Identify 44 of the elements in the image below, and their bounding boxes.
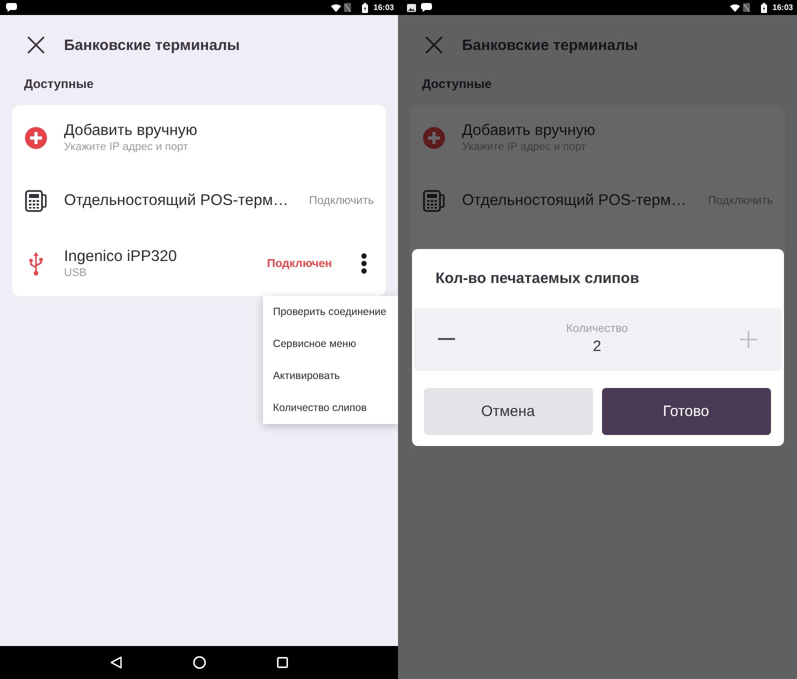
dialog-title: Кол-во печатаемых слипов xyxy=(434,268,640,288)
wifi-icon xyxy=(330,4,341,12)
list-item-title: Добавить вручную xyxy=(462,121,596,140)
section-heading: Доступные xyxy=(421,76,492,93)
menu-item[interactable]: Количество слипов xyxy=(263,392,398,424)
list-item-title: Отдельностоящий POS-терм… xyxy=(462,191,686,210)
page-title: Банковские терминалы xyxy=(462,36,638,54)
pos-terminal-icon xyxy=(25,190,47,212)
back-icon[interactable] xyxy=(110,656,122,669)
pos-terminal-icon xyxy=(423,190,445,212)
list-item-subtitle: USB xyxy=(64,266,87,280)
list-item-title: Отдельностоящий POS-терм… xyxy=(64,191,288,210)
cancel-button[interactable]: Отмена xyxy=(424,388,592,434)
close-icon[interactable] xyxy=(27,36,45,54)
section-heading: Доступные xyxy=(23,76,94,93)
list-item-subtitle: Укажите IP адрес и порт xyxy=(64,140,188,154)
no-sim-icon xyxy=(742,3,750,12)
menu-item[interactable]: Сервисное меню xyxy=(263,328,398,360)
add-icon xyxy=(25,126,47,148)
recents-icon[interactable] xyxy=(277,657,288,668)
menu-item[interactable]: Проверить соединение xyxy=(263,296,398,328)
list-item-title: Добавить вручную xyxy=(64,121,198,140)
battery-icon xyxy=(760,2,767,12)
page-title: Банковские терминалы xyxy=(64,36,240,54)
menu-item[interactable]: Активировать xyxy=(263,360,398,392)
message-icon xyxy=(6,3,17,12)
message-icon xyxy=(421,3,432,12)
battery-icon xyxy=(362,2,368,12)
field-label: Количество xyxy=(566,322,628,337)
add-icon xyxy=(423,126,445,148)
stepper-field[interactable]: Количество 2 xyxy=(414,308,782,370)
wifi-icon xyxy=(730,4,740,12)
minus-icon[interactable] xyxy=(438,338,454,340)
confirm-button[interactable]: Готово xyxy=(602,388,770,434)
home-icon[interactable] xyxy=(193,656,206,669)
status-label: Подключен xyxy=(266,258,332,270)
image-icon xyxy=(407,4,416,12)
status-time: 16:03 xyxy=(374,2,394,12)
field-value: 2 xyxy=(592,337,602,356)
no-sim-icon xyxy=(344,3,351,12)
list-item-title: Ingenico iPP320 xyxy=(64,247,177,266)
usb-icon xyxy=(29,252,43,276)
more-options-icon[interactable] xyxy=(361,253,367,274)
status-time: 16:03 xyxy=(772,2,793,12)
